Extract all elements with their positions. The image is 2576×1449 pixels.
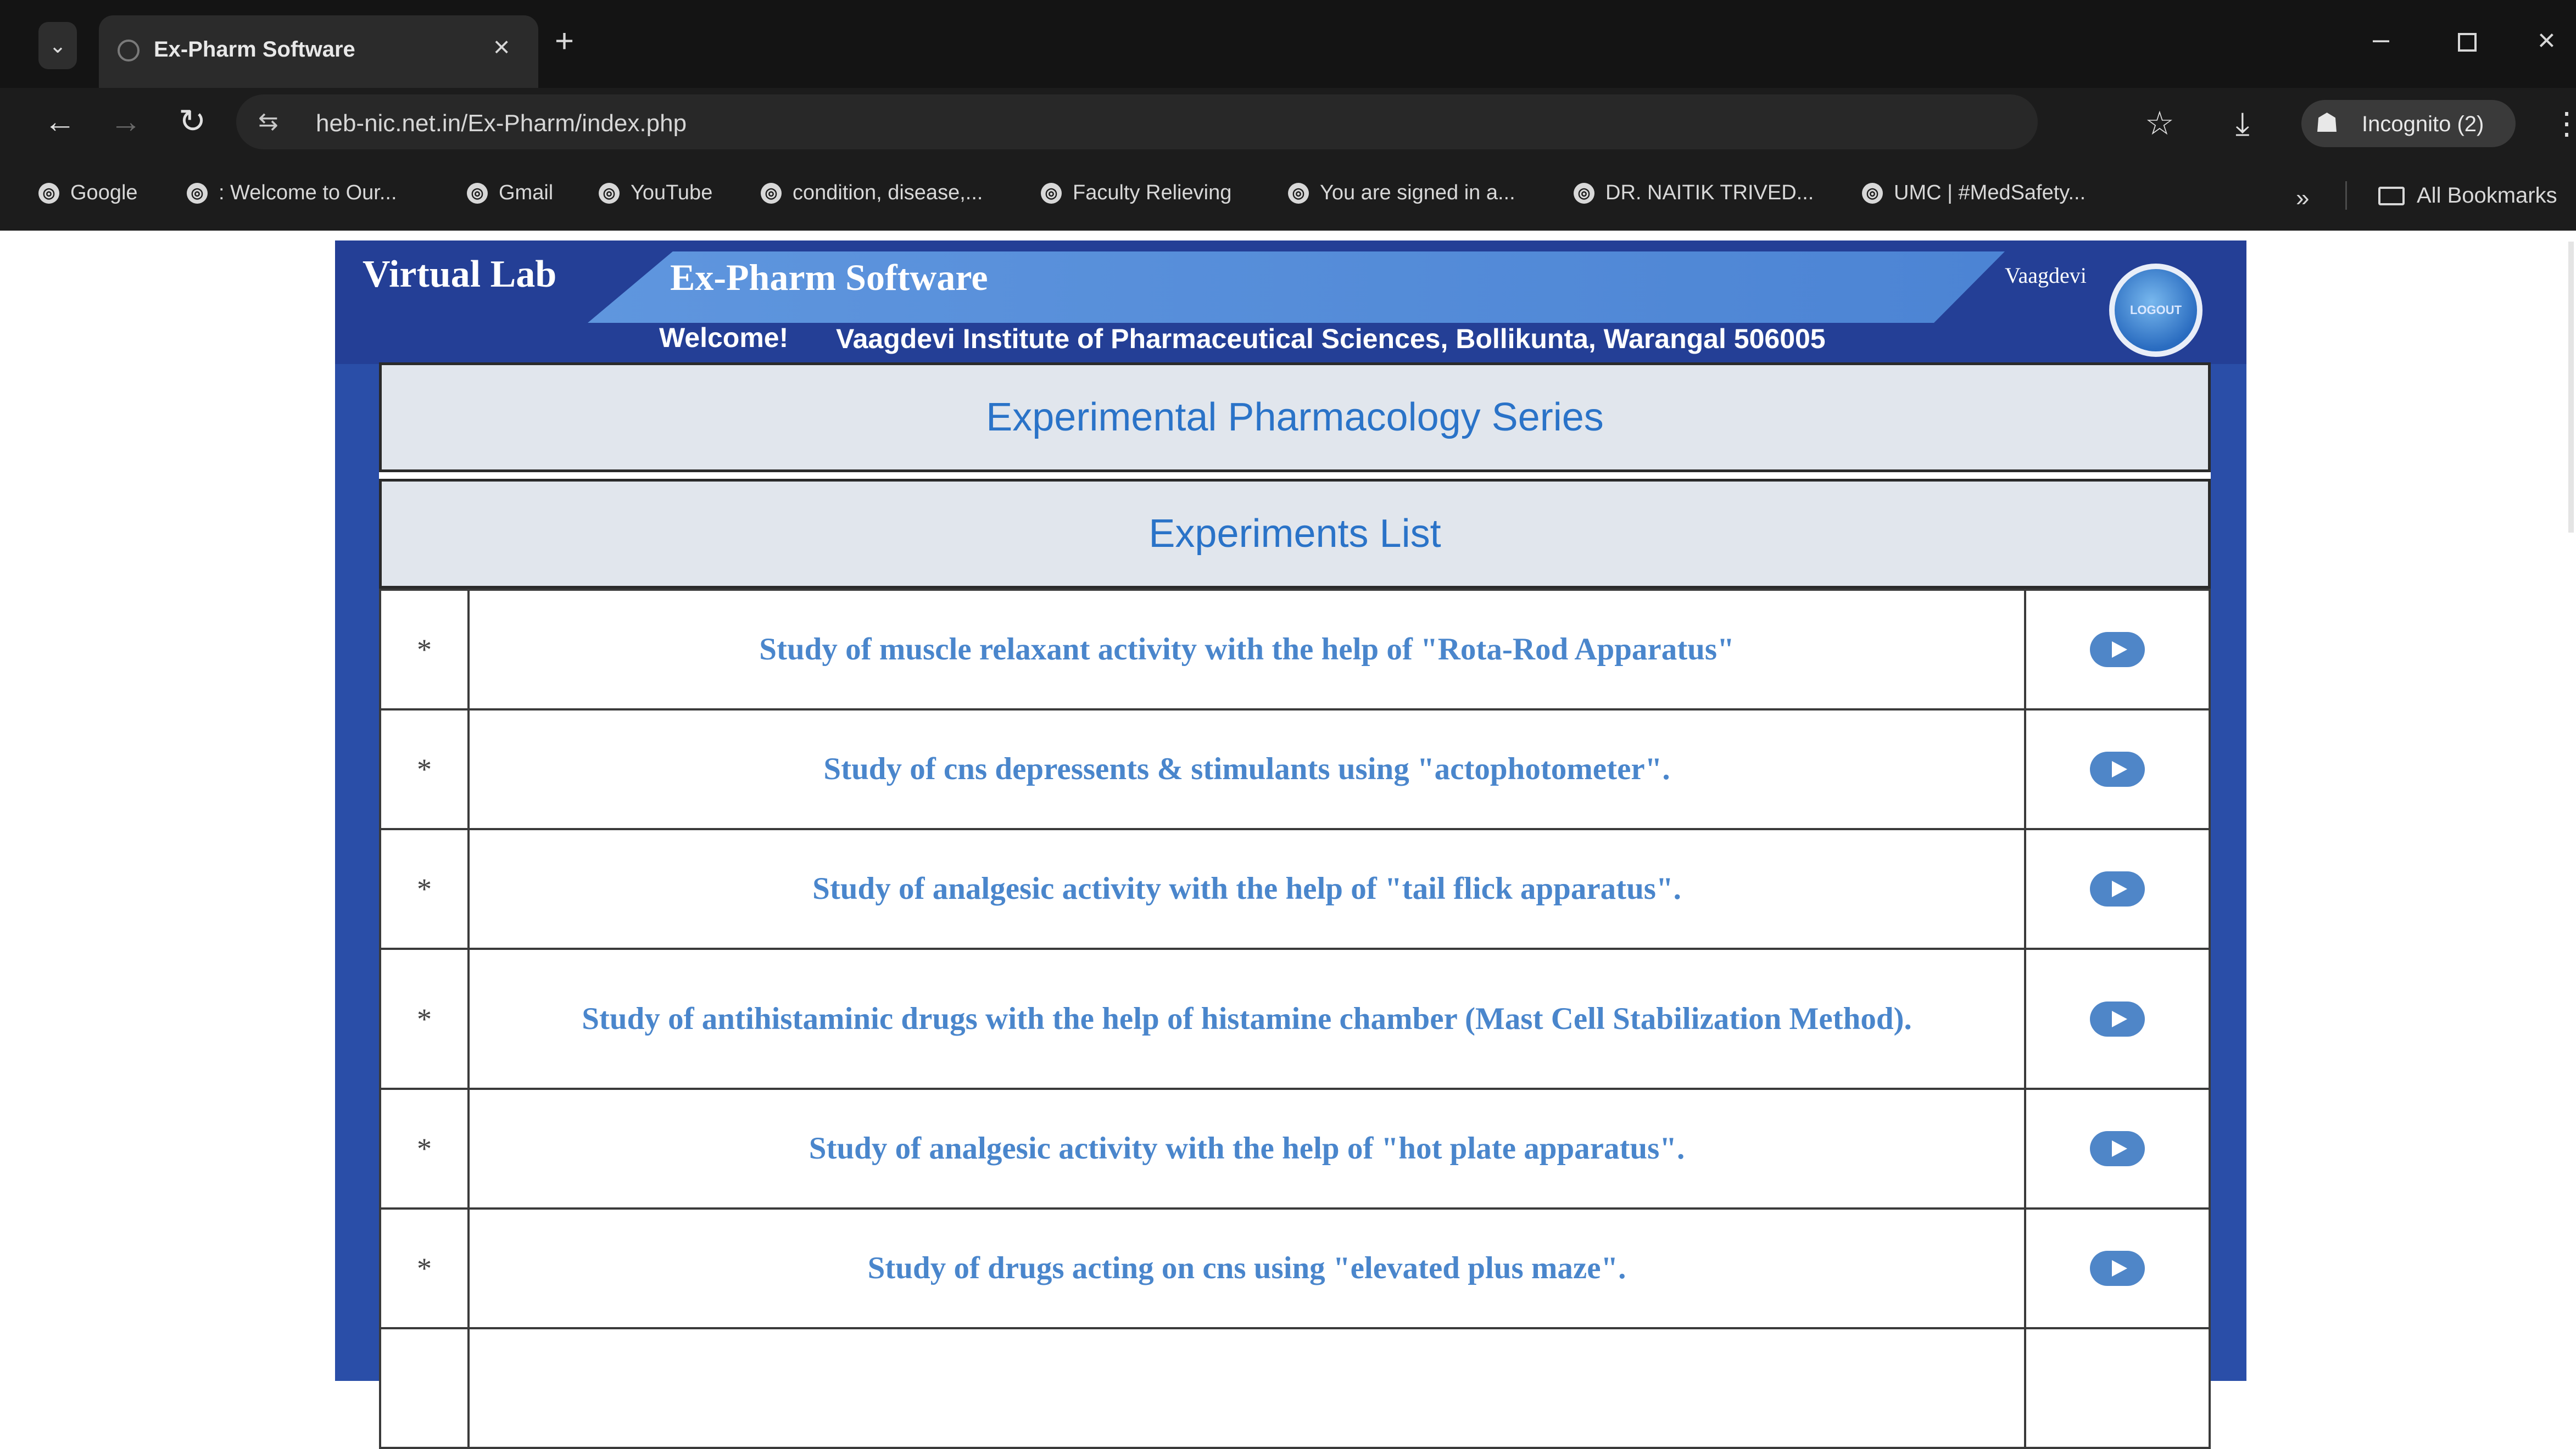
logout-button[interactable]: LOGOUT <box>2109 264 2203 357</box>
bookmark-item[interactable]: ◎: Welcome to Our... <box>187 181 397 205</box>
globe-icon: ◎ <box>599 182 620 204</box>
globe-icon <box>118 40 140 61</box>
logout-label: LOGOUT <box>2129 303 2182 317</box>
experiments-table: * Study of muscle relaxant activity with… <box>379 589 2211 1449</box>
table-row: * Study of analgesic activity with the h… <box>379 828 2211 950</box>
download-icon[interactable]: ⤓ <box>2235 105 2250 143</box>
all-bookmarks-button[interactable]: All Bookmarks <box>2378 183 2557 208</box>
bookmark-star-icon[interactable]: ☆ <box>2145 104 2174 143</box>
table-row: * Study of antihistaminic drugs with the… <box>379 948 2211 1090</box>
bookmark-item[interactable]: ◎ Faculty Relieving <box>1041 181 1231 205</box>
page-scrollbar[interactable] <box>2568 242 2574 533</box>
user-name: Vaagdevi <box>2005 263 2087 288</box>
play-icon[interactable] <box>2090 752 2145 787</box>
bookmark-item[interactable]: ◎ You are signed in a... <box>1288 181 1515 205</box>
bookmarks-divider <box>2345 181 2347 210</box>
row-bullet <box>379 1327 470 1449</box>
table-row: * Study of drugs acting on cns using "el… <box>379 1207 2211 1329</box>
bookmark-item[interactable]: ◎ YouTube <box>599 181 712 205</box>
play-icon[interactable] <box>2090 1001 2145 1037</box>
forward-arrow-icon[interactable]: → <box>110 103 142 140</box>
browser-tab[interactable]: Ex-Pharm Software × <box>99 15 538 88</box>
lab-title: Virtual Lab <box>363 253 557 295</box>
new-tab-button[interactable]: + <box>555 22 574 60</box>
globe-icon: ◎ <box>1574 182 1594 204</box>
globe-icon: ◎ <box>467 182 488 204</box>
series-title: Experimental Pharmacology Series <box>986 395 1604 439</box>
globe-icon: ◎ <box>1288 182 1309 204</box>
experiment-link[interactable]: Study of muscle relaxant activity with t… <box>467 589 2026 710</box>
row-bullet: * <box>379 589 470 710</box>
globe-icon: ◎ <box>761 182 782 204</box>
play-icon[interactable] <box>2090 1251 2145 1286</box>
row-bullet: * <box>379 1088 470 1210</box>
experiment-link[interactable]: Study of analgesic activity with the hel… <box>467 1088 2026 1210</box>
row-bullet: * <box>379 828 470 950</box>
globe-icon: ◎ <box>1041 182 1062 204</box>
experiment-link[interactable]: Study of analgesic activity with the hel… <box>467 828 2026 950</box>
table-row: * Study of muscle relaxant activity with… <box>379 589 2211 710</box>
incognito-label: Incognito (2) <box>2362 112 2484 136</box>
row-bullet: * <box>379 1207 470 1329</box>
play-icon[interactable] <box>2090 871 2145 907</box>
site-info-icon[interactable]: ⇆ <box>258 108 278 136</box>
site-banner: Virtual Lab Ex-Pharm Software Vaagdevi L… <box>335 240 2246 364</box>
bookmark-item[interactable]: ◎ Gmail <box>467 181 553 205</box>
institute-name: Vaagdevi Institute of Pharmaceutical Sci… <box>836 323 1826 354</box>
content-panel: Experimental Pharmacology Series Experim… <box>379 362 2211 1449</box>
window-close-icon[interactable]: × <box>2538 22 2556 58</box>
experiment-link[interactable] <box>467 1327 2026 1449</box>
experiment-link[interactable]: Study of cns depressents & stimulants us… <box>467 708 2026 830</box>
bookmark-item[interactable]: ◎ DR. NAITIK TRIVED... <box>1574 181 1814 205</box>
list-title: Experiments List <box>1148 512 1441 556</box>
globe-icon: ◎ <box>38 182 59 204</box>
play-icon[interactable] <box>2090 632 2145 667</box>
url-text[interactable]: heb-nic.net.in/Ex-Pharm/index.php <box>316 110 687 137</box>
minimize-icon[interactable]: – <box>2373 22 2389 56</box>
menu-kebab-icon[interactable]: ⋮ <box>2551 105 2576 142</box>
list-heading: Experiments List <box>379 479 2211 589</box>
globe-icon: ◎ <box>1862 182 1883 204</box>
restore-icon[interactable] <box>2458 33 2477 52</box>
experiment-link[interactable]: Study of drugs acting on cns using "elev… <box>467 1207 2026 1329</box>
globe-icon: ◎ <box>187 182 208 204</box>
tab-search-button[interactable]: ⌄ <box>38 22 77 69</box>
back-arrow-icon[interactable]: ← <box>44 103 76 140</box>
tab-close-icon[interactable]: × <box>493 31 510 64</box>
experiment-link[interactable]: Study of antihistaminic drugs with the h… <box>467 948 2026 1090</box>
tab-title: Ex-Pharm Software <box>154 37 355 61</box>
row-bullet: * <box>379 708 470 830</box>
row-bullet: * <box>379 948 470 1090</box>
folder-icon <box>2378 186 2405 205</box>
table-row <box>379 1327 2211 1449</box>
browser-chrome: ⌄ Ex-Pharm Software × + – × ← → ↻ ⇆ heb-… <box>0 0 2576 231</box>
table-row: * Study of analgesic activity with the h… <box>379 1088 2211 1210</box>
welcome-label: Welcome! <box>659 322 789 353</box>
bookmarks-overflow-button[interactable]: » <box>2296 184 2309 212</box>
play-icon[interactable] <box>2090 1131 2145 1166</box>
series-heading: Experimental Pharmacology Series <box>379 362 2211 472</box>
virtual-lab-frame: Virtual Lab Ex-Pharm Software Vaagdevi L… <box>335 240 2246 1449</box>
software-title: Ex-Pharm Software <box>670 256 988 298</box>
table-row: * Study of cns depressents & stimulants … <box>379 708 2211 830</box>
incognito-icon: ☗ <box>2315 109 2339 138</box>
bookmark-item[interactable]: ◎ condition, disease,... <box>761 181 983 205</box>
bookmark-item[interactable]: ◎ Google <box>38 181 138 205</box>
bookmark-item[interactable]: ◎ UMC | #MedSafety... <box>1862 181 2086 205</box>
reload-icon[interactable]: ↻ <box>179 102 206 141</box>
chevron-down-icon: ⌄ <box>49 34 66 58</box>
